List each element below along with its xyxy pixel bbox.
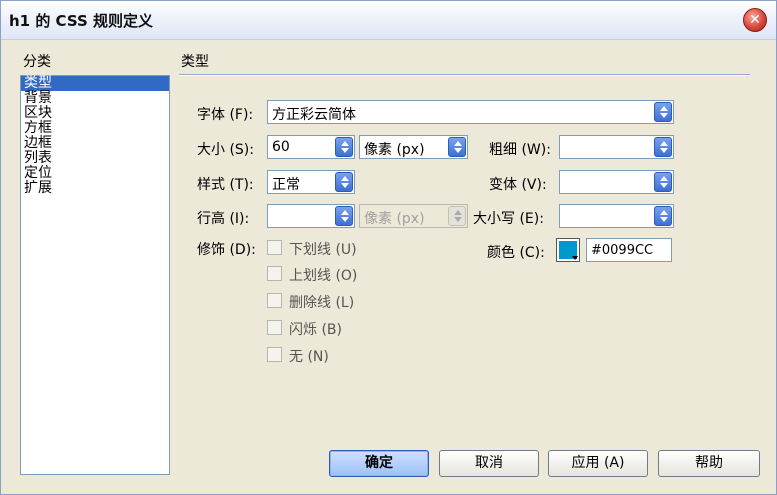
size-unit-dropdown-icon[interactable] xyxy=(448,137,466,157)
size-dropdown-icon[interactable] xyxy=(335,137,353,157)
category-heading: 分类 xyxy=(23,54,51,70)
color-dropdown-icon xyxy=(572,256,578,260)
case-dropdown-icon[interactable] xyxy=(654,206,672,226)
category-item-border[interactable]: 边框 xyxy=(21,136,169,151)
font-select[interactable]: 方正彩云简体 xyxy=(267,100,674,124)
size-combo[interactable]: 60 xyxy=(267,135,355,159)
variant-select[interactable] xyxy=(559,170,674,194)
none-checkbox[interactable] xyxy=(267,347,282,362)
category-list: 类型 背景 区块 方框 边框 列表 定位 扩展 xyxy=(20,75,170,475)
help-button[interactable]: 帮助 xyxy=(658,450,760,477)
line-height-dropdown-icon[interactable] xyxy=(335,206,353,226)
style-label: 样式 (T): xyxy=(197,177,254,193)
color-picker-button[interactable] xyxy=(556,238,580,262)
none-label: 无 (N) xyxy=(289,349,329,365)
css-rule-dialog: h1 的 CSS 规则定义 ✕ 分类 类型 背景 区块 方框 边框 列表 定位 … xyxy=(0,0,777,495)
line-height-unit-dropdown-icon xyxy=(448,206,466,226)
category-item-position[interactable]: 定位 xyxy=(21,166,169,181)
category-item-box[interactable]: 方框 xyxy=(21,121,169,136)
category-item-type[interactable]: 类型 xyxy=(21,76,169,91)
category-item-block[interactable]: 区块 xyxy=(21,106,169,121)
underline-label: 下划线 (U) xyxy=(289,242,357,258)
variant-dropdown-icon[interactable] xyxy=(654,172,672,192)
line-height-unit-value: 像素 (px) xyxy=(364,211,425,227)
weight-label: 粗细 (W): xyxy=(489,142,551,158)
font-dropdown-icon[interactable] xyxy=(654,102,672,122)
category-item-background[interactable]: 背景 xyxy=(21,91,169,106)
cancel-button[interactable]: 取消 xyxy=(439,450,539,477)
section-title: 类型 xyxy=(181,54,209,70)
color-input[interactable]: #0099CC xyxy=(586,238,672,262)
section-divider xyxy=(179,74,750,76)
case-select[interactable] xyxy=(559,204,674,228)
variant-label: 变体 (V): xyxy=(489,177,547,193)
font-label: 字体 (F): xyxy=(197,107,254,123)
weight-dropdown-icon[interactable] xyxy=(654,137,672,157)
line-height-unit-select: 像素 (px) xyxy=(359,204,468,228)
style-dropdown-icon[interactable] xyxy=(335,172,353,192)
apply-button[interactable]: 应用 (A) xyxy=(548,450,648,477)
color-label: 颜色 (C): xyxy=(487,245,545,261)
color-value: #0099CC xyxy=(591,243,654,258)
blink-label: 闪烁 (B) xyxy=(289,322,342,338)
line-through-checkbox[interactable] xyxy=(267,293,282,308)
size-unit-value: 像素 (px) xyxy=(364,142,425,158)
blink-checkbox[interactable] xyxy=(267,320,282,335)
category-item-extensions[interactable]: 扩展 xyxy=(21,181,169,196)
case-label: 大小写 (E): xyxy=(473,211,544,227)
size-value: 60 xyxy=(272,139,290,155)
line-height-label: 行高 (I): xyxy=(197,211,250,227)
close-icon[interactable]: ✕ xyxy=(743,8,767,32)
overline-label: 上划线 (O) xyxy=(289,268,358,284)
decoration-label: 修饰 (D): xyxy=(197,242,256,258)
style-value: 正常 xyxy=(272,177,300,193)
line-height-combo[interactable] xyxy=(267,204,355,228)
style-select[interactable]: 正常 xyxy=(267,170,355,194)
size-unit-select[interactable]: 像素 (px) xyxy=(359,135,468,159)
line-through-label: 删除线 (L) xyxy=(289,295,355,311)
window-title: h1 的 CSS 规则定义 xyxy=(9,12,154,30)
overline-checkbox[interactable] xyxy=(267,266,282,281)
category-item-list[interactable]: 列表 xyxy=(21,151,169,166)
size-label: 大小 (S): xyxy=(197,142,254,158)
underline-checkbox[interactable] xyxy=(267,240,282,255)
font-value: 方正彩云简体 xyxy=(272,107,356,123)
weight-select[interactable] xyxy=(559,135,674,159)
ok-button[interactable]: 确定 xyxy=(329,450,429,477)
title-bar: h1 的 CSS 规则定义 ✕ xyxy=(1,1,776,40)
